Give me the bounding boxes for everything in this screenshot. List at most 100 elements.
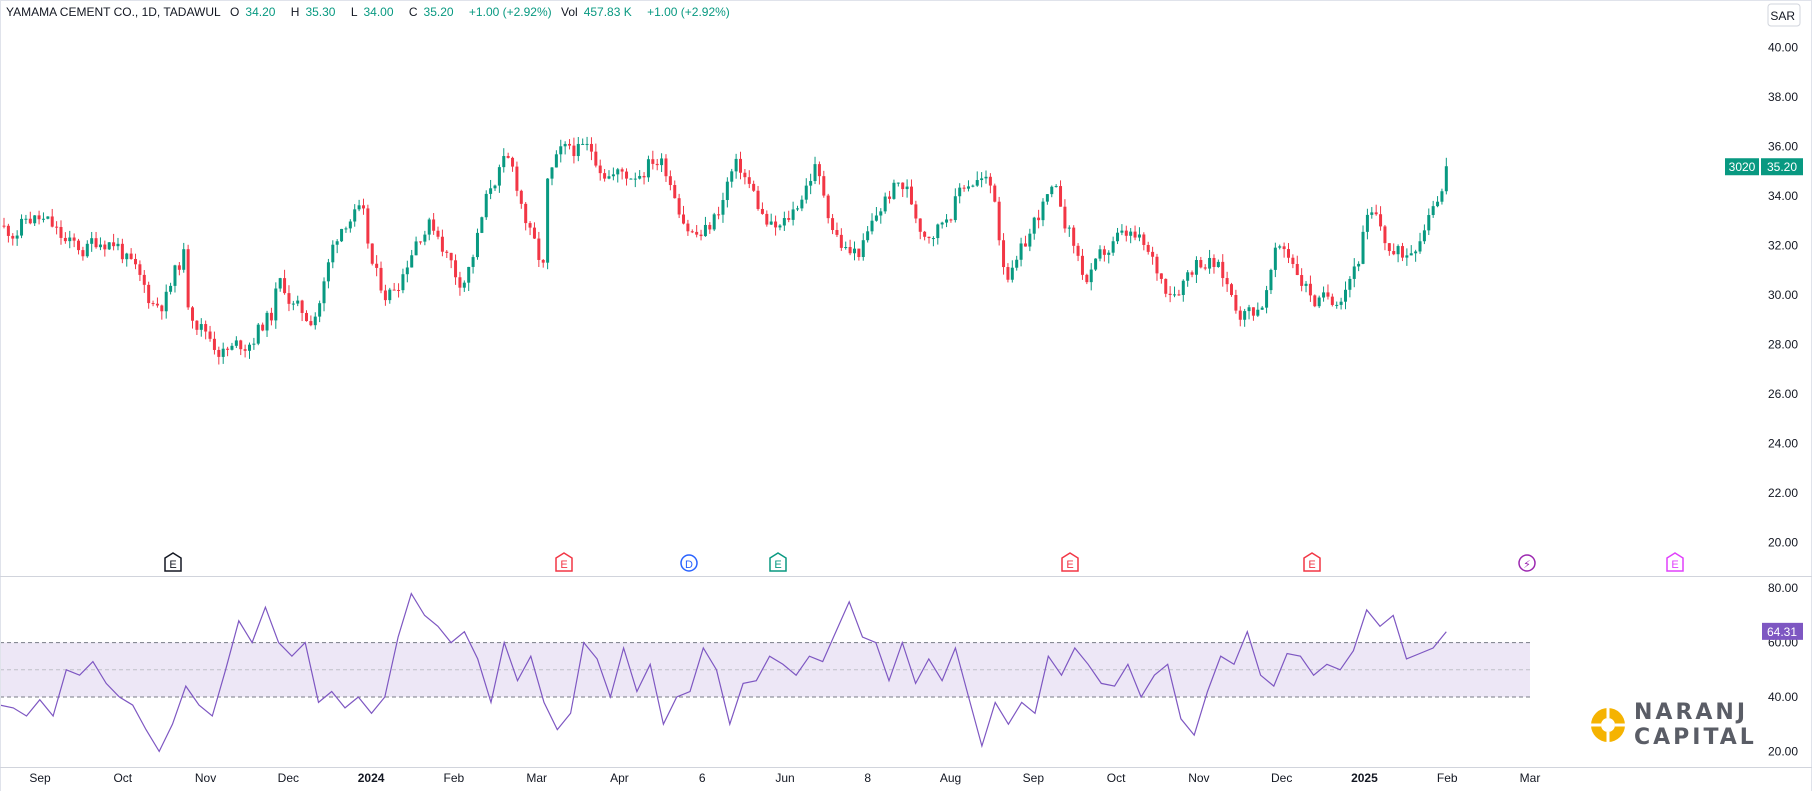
candle-body — [756, 190, 760, 209]
event-marker[interactable]: E — [1061, 552, 1079, 572]
rsi-tick-label: 20.00 — [1768, 744, 1798, 758]
candle-body — [331, 244, 335, 263]
candle-body — [1379, 214, 1383, 227]
candle-body — [20, 218, 24, 236]
candle-body — [361, 205, 365, 209]
event-label: E — [1308, 559, 1315, 571]
candle-body — [1251, 307, 1255, 316]
candle-body — [234, 340, 238, 346]
volume-label: Vol — [561, 5, 578, 19]
candle-body — [839, 234, 843, 248]
candle-body — [945, 219, 949, 223]
candle-body — [432, 219, 436, 231]
event-label: ⚡ — [1523, 559, 1531, 571]
time-tick-label: Jun — [775, 771, 794, 785]
candle-body — [1313, 295, 1317, 307]
candle-body — [471, 257, 475, 267]
candle-body — [1440, 191, 1444, 202]
candle-body — [274, 288, 278, 321]
candle-body — [1304, 283, 1308, 286]
candle-body — [506, 156, 510, 158]
candle-body — [1151, 251, 1155, 257]
symbol-legend: YAMAMA CEMENT CO., 1D, TADAWUL O 34.20 H3… — [6, 5, 736, 19]
candle-body — [256, 324, 260, 344]
candle-body — [664, 158, 668, 177]
currency-label[interactable]: SAR — [1770, 9, 1795, 23]
candle-body — [1190, 272, 1194, 275]
candle-body — [528, 223, 532, 228]
candle-body — [1137, 234, 1141, 238]
price-tick-label: 28.00 — [1768, 338, 1798, 352]
candle-body — [743, 172, 747, 178]
candle-body — [217, 349, 221, 357]
candle-body — [1405, 255, 1409, 258]
candle-body — [1146, 244, 1150, 252]
candle-body — [625, 171, 629, 179]
price-tick-label: 32.00 — [1768, 238, 1798, 252]
event-marker[interactable]: E — [555, 552, 573, 572]
candle-body — [524, 203, 528, 224]
candle-body — [857, 248, 861, 258]
candle-body — [594, 151, 598, 166]
event-marker[interactable]: E — [1666, 552, 1684, 572]
event-marker[interactable]: E — [1303, 552, 1321, 572]
candle-body — [642, 175, 646, 178]
candle-body — [1212, 257, 1216, 267]
candle-body — [962, 187, 966, 189]
candle-body — [559, 146, 563, 155]
candle-body — [581, 143, 585, 145]
price-tick-label: 40.00 — [1768, 40, 1798, 54]
candle-body — [191, 307, 195, 321]
candle-body — [418, 241, 422, 243]
candle-body — [918, 218, 922, 232]
logo-line-2: CAPITAL — [1634, 725, 1757, 750]
candle-body — [370, 243, 374, 264]
event-marker[interactable]: ⚡ — [1518, 554, 1536, 572]
candle-body — [822, 176, 826, 196]
candle-body — [1365, 214, 1369, 232]
candle-body — [668, 176, 672, 186]
candle-body — [752, 183, 756, 191]
candle-body — [686, 223, 690, 232]
candle-body — [462, 282, 466, 288]
candle-body — [826, 195, 830, 219]
candle-body — [366, 208, 370, 244]
candle-body — [1080, 255, 1084, 275]
candle-body — [1260, 307, 1264, 310]
candle-body — [33, 215, 37, 224]
event-label: E — [1671, 559, 1678, 571]
candle-body — [2, 225, 6, 227]
candle-body — [72, 237, 76, 241]
candle-body — [905, 186, 909, 190]
chart-svg[interactable]: E E D E E E ⚡ E 20.00 22.00 24.00 26.00 28.00 30.00 3… — [0, 0, 1812, 791]
time-tick-label: Oct — [113, 771, 132, 785]
candle-body — [576, 143, 580, 157]
candle-body — [993, 185, 997, 202]
candle-body — [782, 218, 786, 226]
candle-body — [804, 185, 808, 200]
event-marker[interactable]: D — [680, 554, 698, 572]
candle-body — [1023, 243, 1027, 247]
candle-body — [1427, 215, 1431, 231]
candle-body — [813, 164, 817, 182]
chart-area[interactable]: E E D E E E ⚡ E 20.00 22.00 24.00 26.00 28.00 30.00 3… — [0, 0, 1812, 791]
candle-body — [63, 237, 67, 242]
rsi-tick-label: 40.00 — [1768, 690, 1798, 704]
candle-body — [160, 305, 164, 312]
candle-body — [931, 238, 935, 240]
candle-body — [901, 182, 905, 190]
candle-body — [1278, 246, 1282, 248]
low-label: L — [350, 5, 358, 19]
candle-body — [77, 240, 81, 251]
candle-body — [344, 228, 348, 230]
time-tick-label: Aug — [940, 771, 961, 785]
candle-body — [1124, 230, 1128, 236]
candle-body — [1444, 166, 1448, 192]
candle-body — [1295, 263, 1299, 276]
candle-body — [445, 251, 449, 253]
candle-body — [1291, 257, 1295, 264]
candle-body — [427, 219, 431, 235]
symbol-name: YAMAMA CEMENT CO., 1D, TADAWUL — [6, 5, 221, 19]
event-marker[interactable]: E — [769, 552, 787, 572]
event-marker[interactable]: E — [164, 552, 182, 572]
